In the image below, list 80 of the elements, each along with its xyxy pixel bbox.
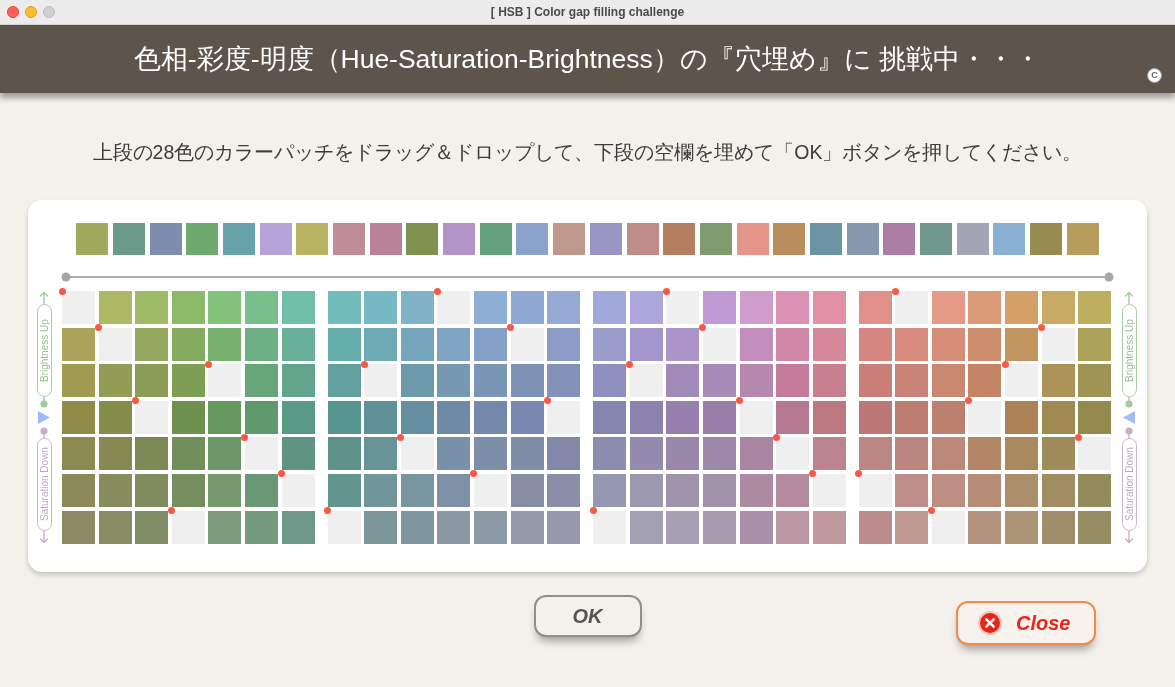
up-arrow-icon xyxy=(1124,291,1135,304)
drop-slot[interactable] xyxy=(858,473,892,507)
down-arrow-icon xyxy=(1124,531,1135,544)
stem-dot-icon xyxy=(1125,397,1134,408)
color-patch[interactable] xyxy=(333,223,366,255)
drop-slot[interactable] xyxy=(171,510,205,544)
color-patch[interactable] xyxy=(993,223,1026,255)
drop-slot[interactable] xyxy=(739,400,773,434)
drop-slot[interactable] xyxy=(327,510,361,544)
drop-slot[interactable] xyxy=(895,291,929,324)
color-patch[interactable] xyxy=(883,223,916,255)
axis-label: Saturation Down xyxy=(1121,438,1137,531)
color-patch[interactable] xyxy=(516,223,549,255)
color-patch[interactable] xyxy=(149,223,182,255)
axis-label: Brightness Up xyxy=(36,304,52,397)
color-patch[interactable] xyxy=(76,223,109,255)
drop-slot[interactable] xyxy=(244,437,278,471)
drop-slot[interactable] xyxy=(510,327,544,361)
color-patch[interactable] xyxy=(773,223,806,255)
stem-dot-icon xyxy=(40,427,48,438)
stem-dot-icon xyxy=(40,397,48,408)
drop-slot[interactable] xyxy=(776,437,810,471)
color-patch[interactable] xyxy=(589,223,622,255)
drop-slot[interactable] xyxy=(281,473,315,507)
color-patch[interactable] xyxy=(112,223,145,255)
drop-slot[interactable] xyxy=(98,327,132,361)
color-patch[interactable] xyxy=(1066,223,1099,255)
color-patch[interactable] xyxy=(186,223,219,255)
drop-slot[interactable] xyxy=(1041,327,1075,361)
color-patch[interactable] xyxy=(846,223,879,255)
drop-slot[interactable] xyxy=(437,291,471,324)
drop-slot[interactable] xyxy=(208,364,242,398)
drop-slot[interactable] xyxy=(812,473,846,507)
drop-slot[interactable] xyxy=(702,327,736,361)
stem-dot-icon xyxy=(1125,427,1134,438)
color-patch[interactable] xyxy=(1030,223,1063,255)
drop-slot[interactable] xyxy=(364,364,398,398)
close-icon xyxy=(978,611,1002,635)
axis-label: Saturation Down xyxy=(36,438,52,531)
drop-slot[interactable] xyxy=(629,364,663,398)
ok-button[interactable]: OK xyxy=(533,595,642,637)
color-patch[interactable] xyxy=(296,223,329,255)
color-patch[interactable] xyxy=(626,223,659,255)
color-patch[interactable] xyxy=(553,223,586,255)
color-patch[interactable] xyxy=(736,223,769,255)
color-patch[interactable] xyxy=(663,223,696,255)
pointer-triangle-icon xyxy=(1123,411,1136,424)
header-title: 色相-彩度-明度（Hue-Saturation-Brightness）の『穴埋め』に 挑戦中・・・ xyxy=(133,43,1042,76)
up-arrow-icon xyxy=(39,291,49,304)
drop-slot[interactable] xyxy=(1078,437,1112,471)
window-close-button[interactable] xyxy=(7,6,19,18)
drop-slot[interactable] xyxy=(931,510,965,544)
color-patch[interactable] xyxy=(406,223,439,255)
color-patch[interactable] xyxy=(259,223,292,255)
drop-slot[interactable] xyxy=(62,291,95,324)
color-patch[interactable] xyxy=(920,223,953,255)
color-patch[interactable] xyxy=(222,223,255,255)
color-patch[interactable] xyxy=(809,223,842,255)
drop-slot[interactable] xyxy=(473,473,507,507)
drop-slot[interactable] xyxy=(593,510,627,544)
drop-slot[interactable] xyxy=(135,400,169,434)
c-badge[interactable]: C xyxy=(1147,68,1162,83)
instruction-text: 上段の28色のカラーパッチをドラッグ＆ドロップして、下段の空欄を埋めて「OK」ボタンを押してください。 xyxy=(92,140,1083,165)
window-zoom-button[interactable] xyxy=(43,6,55,18)
pointer-triangle-icon xyxy=(38,411,50,424)
color-patch[interactable] xyxy=(479,223,512,255)
axis-label: Brightness Up xyxy=(1121,304,1137,397)
drop-slot[interactable] xyxy=(547,400,581,434)
color-patch[interactable] xyxy=(699,223,732,255)
drop-slot[interactable] xyxy=(666,291,700,324)
drop-slot[interactable] xyxy=(1005,364,1039,398)
color-patch[interactable] xyxy=(443,223,476,255)
close-button[interactable]: Close xyxy=(956,601,1096,645)
color-patch[interactable] xyxy=(956,223,989,255)
drop-slot[interactable] xyxy=(968,400,1002,434)
window-minimize-button[interactable] xyxy=(25,6,37,18)
down-arrow-icon xyxy=(39,531,49,544)
drop-slot[interactable] xyxy=(400,437,434,471)
window-title: [ HSB ] Color gap filling challenge xyxy=(490,4,685,21)
color-patch[interactable] xyxy=(369,223,402,255)
